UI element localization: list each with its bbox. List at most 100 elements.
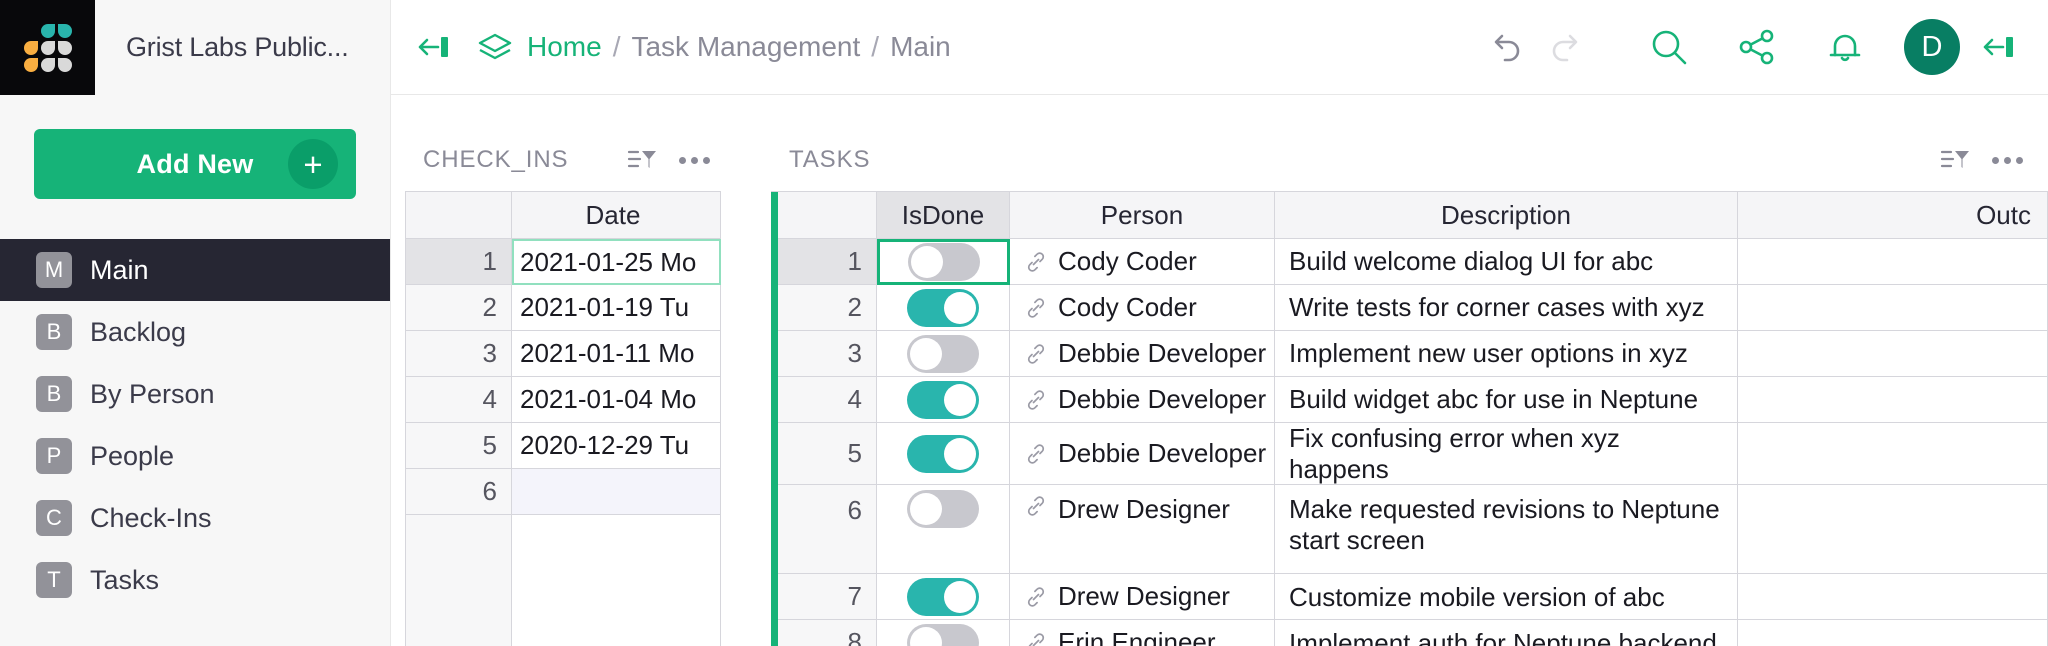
check-ins-corner-cell[interactable]: [406, 192, 512, 239]
tasks-description-cell[interactable]: Implement auth for Neptune backend: [1275, 620, 1738, 646]
row-number[interactable]: 5: [406, 423, 512, 469]
tasks-description-cell[interactable]: Implement new user options in xyz: [1275, 331, 1738, 377]
table-row[interactable]: 4 Debbie Developer Build widget abc for …: [771, 377, 2048, 423]
isdone-toggle[interactable]: [907, 380, 979, 419]
check-ins-column-header-date[interactable]: Date: [512, 192, 721, 239]
isdone-toggle[interactable]: [907, 334, 979, 373]
isdone-toggle[interactable]: [907, 623, 979, 646]
tasks-isdone-cell[interactable]: [877, 331, 1010, 377]
tasks-isdone-cell[interactable]: [877, 239, 1010, 285]
search-button[interactable]: [1638, 16, 1700, 78]
row-number[interactable]: 1: [771, 239, 877, 285]
table-row[interactable]: 2 2021-01-19 Tu: [406, 285, 721, 331]
tasks-person-cell[interactable]: Drew Designer: [1010, 485, 1275, 575]
isdone-toggle[interactable]: [907, 243, 980, 281]
collapse-left-icon[interactable]: [411, 25, 455, 69]
undo-button[interactable]: [1474, 16, 1536, 78]
tasks-column-header-outcome[interactable]: Outc: [1738, 192, 2048, 239]
table-row[interactable]: 1 2021-01-25 Mo: [406, 239, 721, 285]
row-number[interactable]: 6: [771, 485, 877, 575]
isdone-toggle[interactable]: [907, 434, 979, 473]
table-row[interactable]: 5 2020-12-29 Tu: [406, 423, 721, 469]
tasks-description-cell[interactable]: Customize mobile version of abc: [1275, 574, 1738, 621]
tasks-outcome-cell[interactable]: [1738, 620, 2048, 646]
document-title-box[interactable]: Grist Labs Public...: [95, 0, 391, 95]
table-row[interactable]: 4 2021-01-04 Mo: [406, 377, 721, 423]
tasks-person-cell[interactable]: Cody Coder: [1010, 285, 1275, 331]
tasks-isdone-cell[interactable]: [877, 485, 1010, 575]
tasks-person-cell[interactable]: Debbie Developer: [1010, 423, 1275, 486]
tasks-person-cell[interactable]: Debbie Developer: [1010, 377, 1275, 423]
row-number[interactable]: 2: [406, 285, 512, 331]
layers-icon[interactable]: [477, 31, 513, 63]
tasks-person-cell[interactable]: Erin Engineer: [1010, 620, 1275, 646]
sidebar-item-main[interactable]: M Main: [0, 239, 390, 301]
sidebar-item-check-ins[interactable]: C Check-Ins: [0, 487, 390, 549]
row-number[interactable]: 1: [406, 239, 512, 285]
collapse-right-icon[interactable]: [1976, 25, 2020, 69]
grist-logo[interactable]: [0, 0, 95, 95]
tasks-isdone-cell[interactable]: [877, 620, 1010, 646]
table-row-new[interactable]: 6: [406, 469, 721, 515]
tasks-outcome-cell[interactable]: [1738, 423, 2048, 486]
tasks-column-header-person[interactable]: Person: [1010, 192, 1275, 239]
tasks-description-cell[interactable]: Write tests for corner cases with xyz: [1275, 285, 1738, 331]
sort-filter-icon[interactable]: [619, 137, 665, 183]
notifications-button[interactable]: [1814, 16, 1876, 78]
table-row[interactable]: 3 Debbie Developer Implement new user op…: [771, 331, 2048, 377]
sidebar-item-backlog[interactable]: B Backlog: [0, 301, 390, 363]
three-dots-icon[interactable]: [1984, 137, 2030, 183]
table-row[interactable]: 1 Cody Coder Build welcome dialog UI for…: [771, 239, 2048, 285]
tasks-column-header-description[interactable]: Description: [1275, 192, 1738, 239]
tasks-isdone-cell[interactable]: [877, 285, 1010, 331]
table-row[interactable]: 5 Debbie Developer Fix confusing error w…: [771, 423, 2048, 486]
breadcrumb-home-link[interactable]: Home: [527, 31, 602, 63]
sidebar-item-people[interactable]: P People: [0, 425, 390, 487]
row-number[interactable]: 4: [771, 377, 877, 423]
row-number[interactable]: 5: [771, 423, 877, 486]
three-dots-icon[interactable]: [671, 137, 717, 183]
tasks-person-cell[interactable]: Drew Designer: [1010, 574, 1275, 621]
check-ins-date-cell-new[interactable]: [512, 469, 721, 515]
row-number[interactable]: 2: [771, 285, 877, 331]
tasks-person-cell[interactable]: Cody Coder: [1010, 239, 1275, 285]
tasks-description-cell[interactable]: Build welcome dialog UI for abc: [1275, 239, 1738, 285]
table-row[interactable]: 6 Drew Designer Make requested revisions…: [771, 485, 2048, 575]
row-number[interactable]: 3: [771, 331, 877, 377]
redo-button[interactable]: [1536, 16, 1598, 78]
sidebar-item-by-person[interactable]: B By Person: [0, 363, 390, 425]
tasks-outcome-cell[interactable]: [1738, 285, 2048, 331]
check-ins-date-cell[interactable]: 2020-12-29 Tu: [512, 423, 721, 469]
tasks-outcome-cell[interactable]: [1738, 239, 2048, 285]
sidebar-item-tasks[interactable]: T Tasks: [0, 549, 390, 611]
avatar[interactable]: D: [1904, 19, 1960, 75]
isdone-toggle[interactable]: [907, 288, 979, 327]
tasks-description-cell[interactable]: Build widget abc for use in Neptune: [1275, 377, 1738, 423]
tasks-description-cell[interactable]: Fix confusing error when xyz happens: [1275, 423, 1738, 486]
tasks-description-cell[interactable]: Make requested revisions to Neptune star…: [1275, 485, 1738, 575]
row-number[interactable]: 4: [406, 377, 512, 423]
breadcrumb-page[interactable]: Task Management: [631, 31, 860, 63]
tasks-outcome-cell[interactable]: [1738, 574, 2048, 621]
row-number[interactable]: 7: [771, 574, 877, 621]
tasks-isdone-cell[interactable]: [877, 574, 1010, 621]
tasks-corner-cell[interactable]: [771, 192, 877, 239]
table-row[interactable]: 7 Drew Designer Customize mobile version…: [771, 574, 2048, 621]
check-ins-date-cell[interactable]: 2021-01-19 Tu: [512, 285, 721, 331]
tasks-isdone-cell[interactable]: [877, 423, 1010, 486]
tasks-isdone-cell[interactable]: [877, 377, 1010, 423]
table-row[interactable]: 3 2021-01-11 Mo: [406, 331, 721, 377]
check-ins-date-cell[interactable]: 2021-01-04 Mo: [512, 377, 721, 423]
isdone-toggle[interactable]: [907, 577, 979, 616]
row-number[interactable]: 3: [406, 331, 512, 377]
tasks-person-cell[interactable]: Debbie Developer: [1010, 331, 1275, 377]
table-row[interactable]: 2 Cody Coder Write tests for corner case…: [771, 285, 2048, 331]
tasks-outcome-cell[interactable]: [1738, 485, 2048, 575]
tasks-outcome-cell[interactable]: [1738, 331, 2048, 377]
share-button[interactable]: [1726, 16, 1788, 78]
table-row[interactable]: 8 Erin Engineer Implement auth for Neptu…: [771, 620, 2048, 646]
tasks-outcome-cell[interactable]: [1738, 377, 2048, 423]
sort-filter-icon[interactable]: [1932, 137, 1978, 183]
check-ins-date-cell[interactable]: 2021-01-25 Mo: [512, 239, 721, 285]
row-number[interactable]: 8: [771, 620, 877, 646]
